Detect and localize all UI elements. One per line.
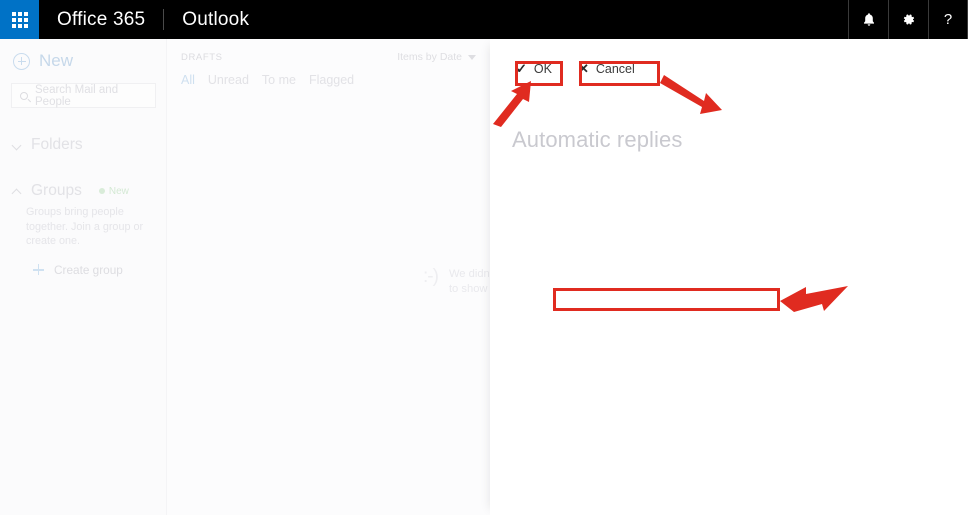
waffle-grid-icon (11, 11, 28, 28)
filter-tab-flagged[interactable]: Flagged (309, 73, 354, 87)
left-navigation-pane: New Search Mail and People Folders Group… (0, 39, 166, 515)
suite-bar-spacer (267, 0, 848, 39)
ok-button-label: OK (533, 62, 552, 76)
groups-new-badge: New (98, 185, 129, 197)
groups-label: Groups (31, 182, 82, 199)
sort-selector[interactable]: Items by Date (397, 51, 476, 63)
close-x-icon: ✕ (577, 61, 589, 76)
cancel-button-label: Cancel (595, 62, 635, 76)
office365-brand-label[interactable]: Office 365 (39, 0, 163, 39)
plus-circle-icon (13, 52, 30, 70)
groups-new-badge-label: New (108, 185, 129, 197)
chevron-down-icon (13, 141, 22, 150)
message-filter-tabs: All Unread To me Flagged (167, 63, 490, 87)
filter-tab-unread[interactable]: Unread (208, 73, 249, 87)
page-title: Automatic replies (512, 127, 683, 152)
search-input[interactable]: Search Mail and People (11, 83, 156, 108)
search-placeholder-label: Search Mail and People (35, 83, 119, 108)
folders-label: Folders (31, 136, 83, 153)
office365-suite-bar: Office 365 Outlook ? (0, 0, 968, 39)
smiley-face-icon: :-) (423, 266, 439, 287)
ok-button[interactable]: ✓ OK (516, 61, 552, 77)
groups-description: Groups bring people together. Join a gro… (26, 206, 144, 248)
new-mail-button[interactable]: New (0, 39, 166, 71)
outlook-app-label[interactable]: Outlook (164, 0, 267, 39)
check-icon: ✓ (516, 61, 527, 76)
new-mail-label: New (39, 51, 74, 70)
chevron-down-icon (468, 54, 476, 60)
message-list-header: DRAFTS Items by Date (167, 39, 490, 63)
main-body: New Search Mail and People Folders Group… (0, 39, 968, 515)
sidebar-section-folders[interactable]: Folders (0, 136, 166, 154)
current-folder-label: DRAFTS (181, 51, 223, 63)
outlook-settings-screen: Office 365 Outlook ? New Search Mail and… (0, 0, 968, 515)
create-group-label: Create group (54, 262, 123, 277)
sort-selector-label: Items by Date (397, 51, 462, 63)
search-icon (18, 89, 30, 102)
chevron-up-icon (13, 187, 22, 196)
message-list-pane: DRAFTS Items by Date All Unread To me Fl… (166, 39, 562, 515)
sidebar-section-groups[interactable]: Groups New (0, 182, 166, 200)
filter-tab-to-me[interactable]: To me (262, 73, 296, 87)
pane-action-bar: ✓ OK ✕ Cancel (516, 61, 635, 77)
plus-icon (33, 264, 44, 276)
help-question-icon[interactable]: ? (928, 0, 968, 39)
settings-gear-icon[interactable] (888, 0, 928, 39)
notifications-bell-icon[interactable] (848, 0, 888, 39)
create-group-button[interactable]: Create group (33, 263, 166, 277)
cancel-button[interactable]: ✕ Cancel (578, 61, 635, 77)
suite-bar-icon-group: ? (848, 0, 968, 39)
sparkle-dot-icon (98, 188, 105, 194)
filter-tab-all[interactable]: All (181, 73, 195, 87)
app-launcher-waffle-icon[interactable] (0, 0, 39, 39)
automatic-replies-pane: ✓ OK ✕ Cancel Automatic replies Send aut… (490, 39, 968, 515)
